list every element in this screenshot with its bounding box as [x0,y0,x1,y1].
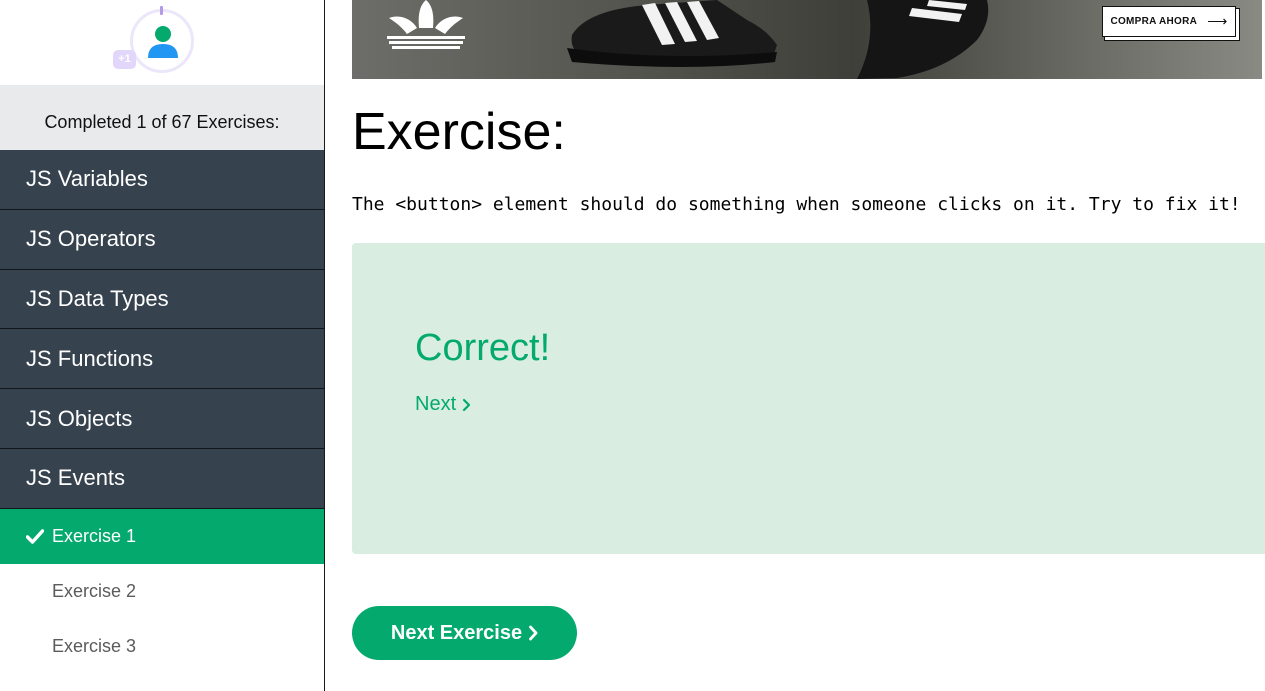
adidas-trefoil-logo [387,0,465,49]
sidebar-item-js-functions[interactable]: JS Functions [0,329,324,390]
shop-now-label: COMPRA AHORA [1110,16,1198,27]
profile-area: +1 [0,0,324,85]
exercise-item-1[interactable]: Exercise 1 [0,508,324,564]
sidebar-item-js-objects[interactable]: JS Objects [0,389,324,449]
progress-text: Completed 1 of 67 Exercises: [44,112,280,132]
sidebar-item-label: JS Variables [26,166,148,192]
sidebar-item-js-events[interactable]: JS Events [0,448,324,509]
user-avatar-icon[interactable] [146,24,180,60]
sidebar-item-label: JS Objects [26,405,133,431]
exercise-item-label: Exercise 2 [52,580,137,601]
exercise-item-3[interactable]: Exercise 3 [0,619,324,674]
sidebar-item-label: JS Functions [26,345,154,371]
arrow-right-icon: ⟶ [1207,13,1228,29]
progress-ring-marker [160,6,163,15]
chevron-right-icon [462,398,471,412]
exercise-item-label: Exercise 3 [52,635,137,656]
chevron-right-icon [528,625,538,641]
next-exercise-button[interactable]: Next Exercise [352,606,577,660]
exercise-item-2[interactable]: Exercise 2 [0,564,324,619]
next-link[interactable]: Next [415,393,471,416]
progress-summary: Completed 1 of 67 Exercises: [0,85,324,150]
checkmark-icon [26,529,44,544]
result-message: Correct! [415,327,551,369]
sidebar-item-js-variables[interactable]: JS Variables [0,150,324,210]
next-link-label: Next [415,393,457,415]
sidebar-item-label: JS Operators [26,226,156,252]
next-exercise-label: Next Exercise [390,621,523,644]
exercise-instruction: The <button> element should do something… [352,194,1241,215]
ad-banner[interactable]: COMPRA AHORA ⟶ [352,0,1262,79]
sidebar-item-js-operators[interactable]: JS Operators [0,209,324,270]
sidebar-item-label: JS Events [26,465,126,491]
exercise-item-label: Exercise 1 [52,525,137,546]
shop-now-button[interactable]: COMPRA AHORA ⟶ [1102,6,1236,37]
result-panel: Correct! Next [352,243,1265,554]
sneaker-photo [567,0,989,79]
xp-badge: +1 [113,50,136,69]
page-title: Exercise: [352,103,566,161]
sidebar-item-js-data-types[interactable]: JS Data Types [0,269,324,330]
sidebar-item-label: JS Data Types [26,285,169,311]
sidebar: +1 Completed 1 of 67 Exercises: JS Varia… [0,0,325,691]
